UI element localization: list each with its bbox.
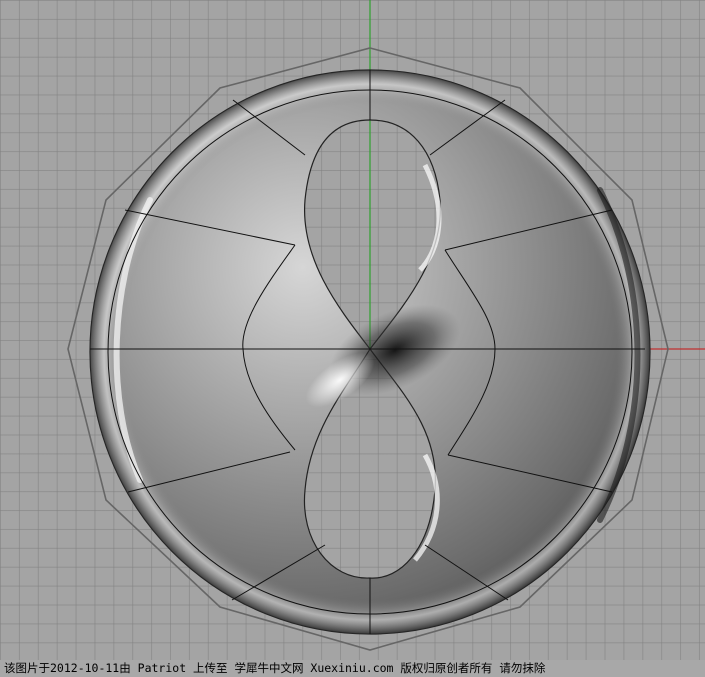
viewport-canvas (67, 0, 705, 651)
watermark-text: 该图片于2012-10-11由 Patriot 上传至 学犀牛中文网 Xuexi… (0, 660, 705, 677)
rhino-top-viewport[interactable] (0, 0, 705, 660)
